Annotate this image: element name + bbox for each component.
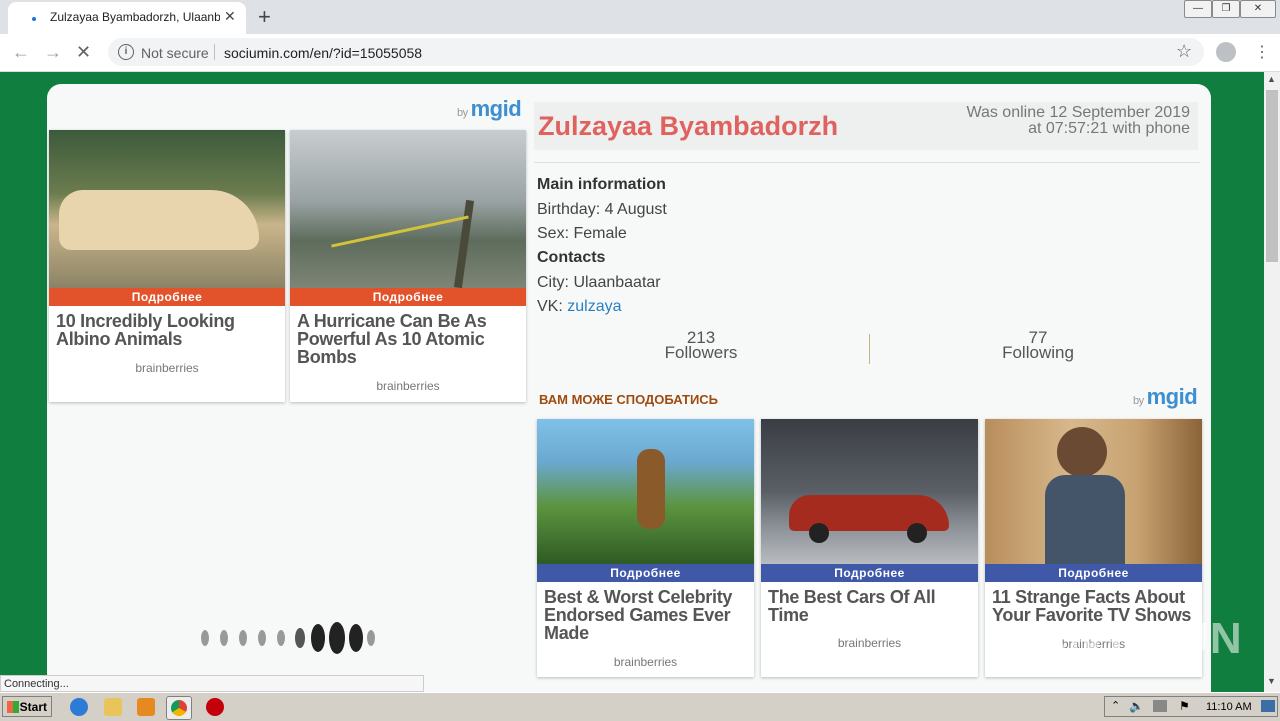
system-tray: ⌃ 🔈 ⚑ (1104, 696, 1278, 717)
close-tab-icon[interactable]: ✕ (224, 8, 236, 25)
stop-icon[interactable]: ✕ (76, 42, 91, 63)
content-card: by mgid Подробнее 10 Incredibly Looking A… (47, 84, 1211, 692)
address-bar[interactable]: i Not secure sociumin.com/en/?id=1505505… (108, 38, 1204, 66)
more-button[interactable]: Подробнее (49, 288, 285, 306)
profile-header: Zulzayaa Byambadorzh Was online 12 Septe… (534, 102, 1198, 150)
show-desktop-icon[interactable] (1261, 700, 1275, 712)
divider (214, 44, 215, 60)
windows-logo-icon (7, 701, 19, 713)
taskbar: Start ⌃ 🔈 ⚑ 11:10 AM (0, 692, 1280, 721)
mgid-logo[interactable]: by mgid (1133, 384, 1198, 410)
url-text[interactable]: sociumin.com/en/?id=15055058 (224, 45, 422, 61)
loading-spinner (199, 620, 379, 656)
minimize-icon[interactable]: — (1184, 0, 1212, 18)
main-info-heading: Main information (537, 176, 666, 193)
ad-source: brainberries (135, 361, 199, 375)
tv-show-image[interactable] (985, 419, 1202, 564)
contacts-heading: Contacts (537, 249, 606, 266)
ad-card[interactable]: Подробнее Best & Worst Celebrity Endorse… (537, 419, 754, 677)
star-icon[interactable]: ☆ (1176, 41, 1192, 62)
status-bar: Connecting... (0, 675, 424, 692)
more-button[interactable]: Подробнее (761, 564, 978, 582)
scroll-thumb[interactable] (1266, 90, 1278, 262)
browser-tab[interactable]: Zulzayaa Byambadorzh, Ulaanbaatar ✕ (8, 2, 246, 34)
chrome-icon[interactable] (166, 696, 192, 720)
ad-source: brainberries (837, 636, 902, 650)
close-window-icon[interactable]: ✕ (1240, 0, 1276, 18)
vk-row: VK: zulzaya (537, 298, 622, 315)
ad-card[interactable]: Подробнее A Hurricane Can Be As Powerful… (290, 130, 526, 402)
ie-icon[interactable] (70, 698, 88, 716)
following-stat[interactable]: 77 Following (938, 329, 1138, 362)
ad-source: brainberries (613, 655, 678, 669)
more-button[interactable]: Подробнее (290, 288, 526, 306)
chevron-up-icon[interactable]: ⌃ (1111, 699, 1120, 712)
menu-icon[interactable]: ⋮ (1254, 42, 1270, 62)
flag-icon[interactable]: ⚑ (1179, 699, 1190, 713)
car-image[interactable] (761, 419, 978, 564)
divider (869, 334, 870, 364)
clock: 11:10 AM (1206, 701, 1252, 713)
hurricane-image[interactable] (290, 130, 526, 288)
profile-name: Zulzayaa Byambadorzh (538, 111, 839, 141)
watermark: ANY RUN (1036, 614, 1243, 663)
warning-icon[interactable] (206, 698, 224, 716)
vk-link[interactable]: zulzaya (567, 298, 621, 315)
not-secure-label[interactable]: Not secure (141, 45, 209, 61)
following-label: Following (1002, 343, 1074, 362)
page-viewport: by mgid Подробнее 10 Incredibly Looking A… (0, 72, 1264, 692)
profile-icon[interactable] (1216, 42, 1236, 62)
volume-icon[interactable]: 🔈 (1129, 699, 1144, 713)
game-image[interactable] (537, 419, 754, 564)
ad-source: brainberries (376, 379, 440, 393)
new-tab-icon[interactable]: + (258, 4, 271, 30)
more-button[interactable]: Подробнее (537, 564, 754, 582)
mgid-logo[interactable]: by mgid (457, 96, 522, 122)
followers-label: Followers (664, 343, 738, 362)
sex: Sex: Female (537, 225, 627, 242)
ad-card[interactable]: Подробнее The Best Cars Of All Time brai… (761, 419, 978, 677)
loading-icon (32, 17, 36, 21)
info-icon[interactable]: i (118, 44, 134, 60)
tab-strip: Zulzayaa Byambadorzh, Ulaanbaatar ✕ + — … (0, 0, 1280, 34)
ad-title[interactable]: The Best Cars Of All Time (768, 588, 972, 624)
scroll-up-icon[interactable]: ▲ (1267, 74, 1276, 84)
ad-title[interactable]: A Hurricane Can Be As Powerful As 10 Ato… (297, 312, 520, 366)
media-player-icon[interactable] (137, 698, 155, 716)
restore-icon[interactable]: ❐ (1212, 0, 1240, 18)
explorer-icon[interactable] (104, 698, 122, 716)
tab-title: Zulzayaa Byambadorzh, Ulaanbaatar (50, 10, 220, 24)
ad-card[interactable]: Подробнее 10 Incredibly Looking Albino A… (49, 130, 285, 402)
last-online: Was online 12 September 2019 at 07:57:21… (966, 104, 1190, 137)
divider (534, 162, 1200, 163)
ad-title[interactable]: 10 Incredibly Looking Albino Animals (56, 312, 279, 348)
followers-stat[interactable]: 213 Followers (601, 329, 801, 362)
network-icon[interactable] (1153, 700, 1167, 712)
back-icon[interactable]: ← (12, 42, 30, 63)
forward-icon[interactable]: → (44, 42, 62, 63)
ad-title[interactable]: Best & Worst Celebrity Endorsed Games Ev… (544, 588, 748, 642)
recommend-heading: ВАМ МОЖЕ СПОДОБАТИСЬ (539, 392, 719, 407)
scroll-down-icon[interactable]: ▼ (1267, 676, 1276, 686)
browser-toolbar: ← → ✕ i Not secure sociumin.com/en/?id=1… (0, 34, 1280, 72)
start-button[interactable]: Start (2, 696, 52, 717)
more-button[interactable]: Подробнее (985, 564, 1202, 582)
birthday: Birthday: 4 August (537, 201, 667, 218)
albino-alligator-image[interactable] (49, 130, 285, 288)
city: City: Ulaanbaatar (537, 274, 661, 291)
vertical-scrollbar[interactable]: ▲ ▼ (1264, 72, 1280, 692)
